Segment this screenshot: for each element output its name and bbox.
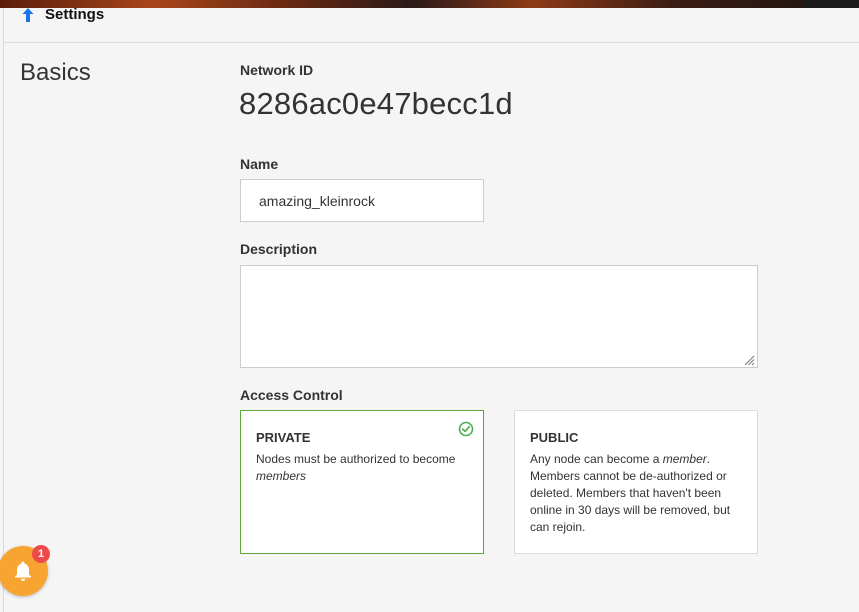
window-top-strip <box>0 0 859 8</box>
network-id-value: 8286ac0e47becc1d <box>239 86 513 121</box>
private-title: PRIVATE <box>256 430 311 445</box>
name-label: Name <box>240 156 279 172</box>
notification-count-badge: 1 <box>32 545 50 563</box>
section-title-basics: Basics <box>20 59 91 86</box>
resize-grip-icon[interactable] <box>743 353 755 366</box>
settings-header: Settings <box>4 6 859 43</box>
description-textarea[interactable] <box>240 265 758 368</box>
settings-panel: Settings Basics Network ID 8286ac0e47bec… <box>3 6 859 612</box>
network-id-label: Network ID <box>240 62 314 78</box>
private-description: Nodes must be authorized to become membe… <box>256 452 456 483</box>
access-private-card[interactable]: PRIVATE Nodes must be authorized to beco… <box>240 410 484 554</box>
window-top-strip-dark <box>804 0 859 8</box>
settings-title[interactable]: Settings <box>45 6 104 23</box>
access-public-card[interactable]: PUBLIC Any node can become a member. Mem… <box>514 410 758 554</box>
check-circle-icon <box>458 421 474 437</box>
public-description: Any node can become a member. Members ca… <box>530 452 731 534</box>
description-label: Description <box>240 241 318 257</box>
name-input[interactable] <box>240 179 484 222</box>
access-control-label: Access Control <box>240 387 343 403</box>
up-arrow-icon[interactable] <box>21 7 35 23</box>
bell-icon <box>15 561 31 581</box>
public-title: PUBLIC <box>530 430 579 445</box>
